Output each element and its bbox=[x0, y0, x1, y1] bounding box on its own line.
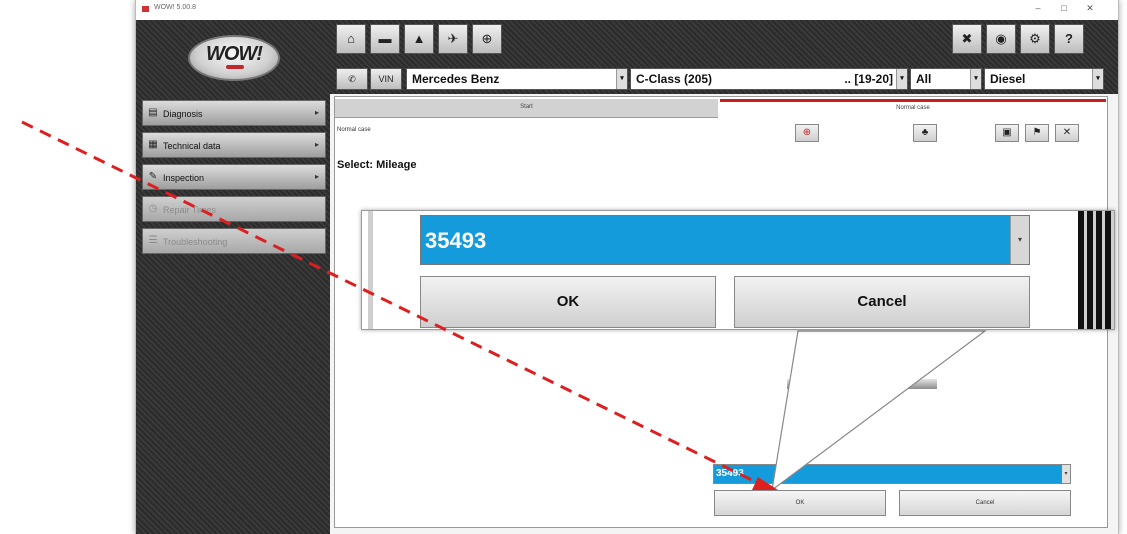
help-icon[interactable]: ? bbox=[1054, 24, 1084, 54]
tab-normal-case[interactable]: Normal case bbox=[720, 99, 1106, 117]
mileage-value: 35493 bbox=[716, 468, 744, 479]
make-value: Mercedes Benz bbox=[412, 72, 500, 86]
tools-icon[interactable]: ✖ bbox=[952, 24, 982, 54]
logo-text: WOW! bbox=[206, 43, 263, 65]
sidebar-item-label: Troubleshooting bbox=[163, 237, 228, 247]
chevron-down-icon: ▾ bbox=[896, 69, 907, 89]
sidebar-item-technical-data[interactable]: ▦ Technical data ▸ bbox=[142, 132, 326, 158]
settings-icon[interactable]: ◉ bbox=[986, 24, 1016, 54]
chevron-down-icon: ▾ bbox=[970, 69, 981, 89]
wrench-icon: ✎ bbox=[148, 171, 158, 182]
car-icon[interactable]: ▬ bbox=[370, 24, 400, 54]
chevron-down-icon: ▾ bbox=[1092, 69, 1103, 89]
select-mileage-label: Select: Mileage bbox=[337, 159, 417, 171]
sidebar-item-troubleshooting[interactable]: ☰ Troubleshooting bbox=[142, 228, 326, 254]
sidebar-item-label: Repair Times bbox=[163, 205, 217, 215]
minimize-button[interactable]: – bbox=[1028, 3, 1048, 13]
main-toolbar: ⌂ ▬ ▲ ✈ ⊕ ✖ ◉ ⚙ ? bbox=[330, 20, 1118, 66]
plane-icon[interactable]: ✈ bbox=[438, 24, 468, 54]
tab-start[interactable]: Start bbox=[335, 99, 718, 118]
ok-button[interactable]: OK bbox=[714, 490, 886, 516]
sidebar-item-label: Inspection bbox=[163, 173, 205, 183]
maximize-button[interactable]: □ bbox=[1054, 3, 1074, 13]
vin-button[interactable]: VIN bbox=[370, 68, 402, 90]
model-value: C-Class (205) bbox=[636, 72, 713, 86]
model-years: .. [19-20] bbox=[844, 72, 893, 86]
zoomed-mileage-value: 35493 bbox=[425, 228, 487, 253]
clock-icon: ◷ bbox=[148, 203, 158, 214]
chevron-right-icon: ▸ bbox=[314, 172, 319, 181]
close-window-button[interactable]: ✕ bbox=[1080, 3, 1100, 14]
print-icon[interactable]: ♣ bbox=[913, 124, 937, 142]
sidebar-item-inspection[interactable]: ✎ Inspection ▸ bbox=[142, 164, 326, 190]
logo-swoosh bbox=[226, 65, 244, 69]
vehicle-selection-bar: ✆ VIN Mercedes Benz ▾ C-Class (205) .. [… bbox=[330, 66, 1118, 94]
fuel-value: Diesel bbox=[990, 72, 1026, 86]
zoomed-ok-button[interactable]: OK bbox=[420, 276, 716, 328]
chevron-right-icon: ▸ bbox=[314, 140, 319, 149]
mileage-input[interactable]: 35493 ▾ bbox=[713, 464, 1071, 484]
title-bar: WOW! 5.00.8 – □ ✕ bbox=[136, 0, 1118, 21]
factory-icon[interactable]: ▲ bbox=[404, 24, 434, 54]
gear-icon[interactable]: ⚙ bbox=[1020, 24, 1050, 54]
flag-icon[interactable]: ⚑ bbox=[1025, 124, 1049, 142]
make-select[interactable]: Mercedes Benz ▾ bbox=[406, 68, 628, 90]
zoomed-cancel-button[interactable]: Cancel bbox=[734, 276, 1030, 328]
chevron-down-icon: ▾ bbox=[1010, 216, 1029, 264]
diagnosis-icon: ▤ bbox=[148, 107, 158, 118]
callout-right-border bbox=[1078, 211, 1114, 329]
wow-logo: WOW! bbox=[188, 35, 280, 81]
network-icon[interactable]: ⊕ bbox=[472, 24, 502, 54]
sidebar-item-diagnosis[interactable]: ▤ Diagnosis ▸ bbox=[142, 100, 326, 126]
sidebar: WOW! ▤ Diagnosis ▸ ▦ Technical data ▸ ✎ … bbox=[136, 20, 330, 534]
close-icon[interactable]: ✕ bbox=[1055, 124, 1079, 142]
fuel-select[interactable]: Diesel ▾ bbox=[984, 68, 1104, 90]
save-icon[interactable]: ▣ bbox=[995, 124, 1019, 142]
zoom-callout: 35493 ▾ OK Cancel bbox=[361, 210, 1115, 330]
callout-left-border bbox=[368, 211, 373, 329]
zoomed-mileage-input[interactable]: 35493 ▾ bbox=[420, 215, 1030, 265]
type-select[interactable]: All ▾ bbox=[910, 68, 982, 90]
sidebar-item-label: Technical data bbox=[163, 141, 221, 151]
technical-data-icon: ▦ bbox=[148, 139, 158, 150]
sidebar-item-label: Diagnosis bbox=[163, 109, 203, 119]
phone-icon[interactable]: ✆ bbox=[336, 68, 368, 90]
alert-icon[interactable]: ⊕ bbox=[795, 124, 819, 142]
window-title: WOW! 5.00.8 bbox=[154, 4, 197, 11]
normal-case-label: Normal case bbox=[337, 127, 371, 133]
chevron-right-icon: ▸ bbox=[314, 108, 319, 117]
chevron-down-icon: ▾ bbox=[616, 69, 627, 89]
chevron-down-icon: ▾ bbox=[1062, 465, 1070, 483]
home-icon[interactable]: ⌂ bbox=[336, 24, 366, 54]
cancel-button[interactable]: Cancel bbox=[899, 490, 1071, 516]
scroll-track bbox=[787, 379, 937, 389]
model-select[interactable]: C-Class (205) .. [19-20] ▾ bbox=[630, 68, 908, 90]
troubleshooting-icon: ☰ bbox=[148, 235, 158, 246]
sidebar-item-repair-times[interactable]: ◷ Repair Times bbox=[142, 196, 326, 222]
app-icon bbox=[142, 6, 149, 12]
type-value: All bbox=[916, 72, 932, 86]
